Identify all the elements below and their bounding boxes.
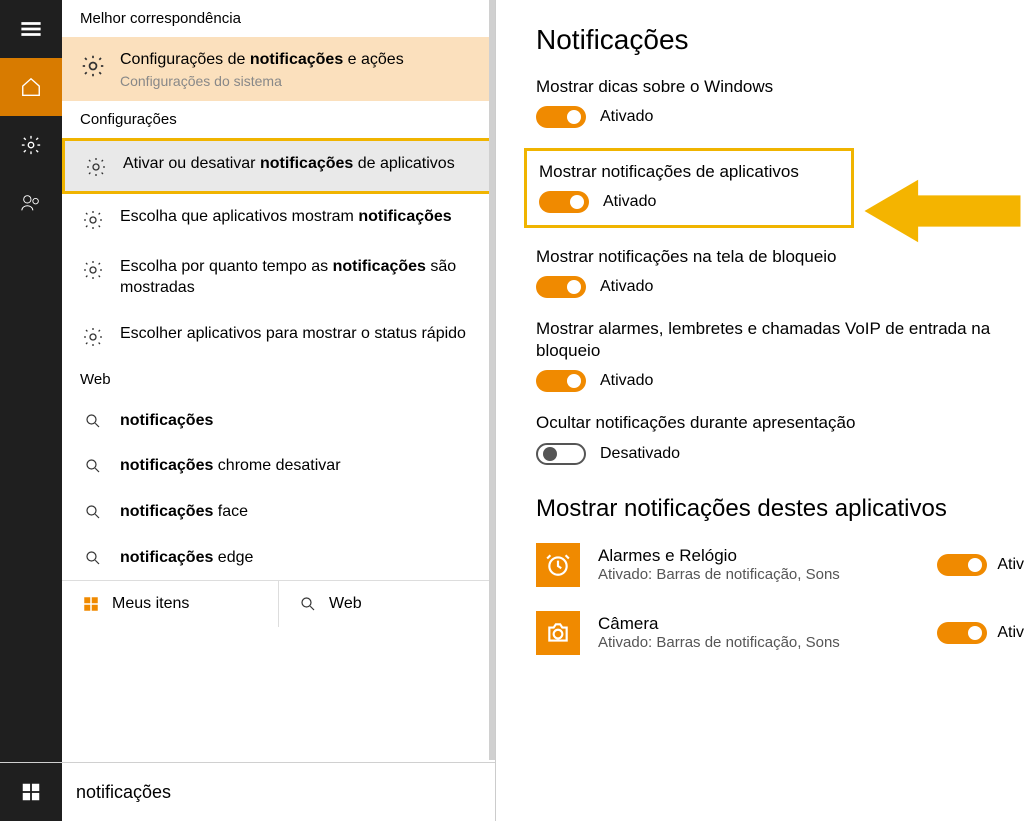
- scope-web[interactable]: Web: [278, 581, 495, 627]
- gear-icon: [80, 323, 106, 349]
- toggle-app-alarms[interactable]: [937, 554, 987, 576]
- app-sub: Ativado: Barras de notificação, Sons: [598, 634, 919, 651]
- search-results: Melhor correspondência Configurações de …: [62, 0, 495, 762]
- gear-icon: [80, 206, 106, 232]
- alarm-icon: [536, 543, 580, 587]
- toggle-state: Desativado: [600, 445, 680, 463]
- toggle-lockscreen[interactable]: [536, 276, 586, 298]
- app-row-alarms[interactable]: Alarmes e Relógio Ativado: Barras de not…: [536, 543, 1024, 587]
- setting-tips: Mostrar dicas sobre o Windows Ativado: [536, 76, 1024, 128]
- feedback-rail-button[interactable]: [0, 174, 62, 232]
- settings-rail-button[interactable]: [0, 116, 62, 174]
- toggle-state: Ativado: [600, 278, 653, 296]
- toggle-app-camera[interactable]: [937, 622, 987, 644]
- web-result-1[interactable]: notificações: [62, 398, 495, 444]
- start-search-panel: Melhor correspondência Configurações de …: [0, 0, 496, 821]
- result-text: notificações: [120, 410, 213, 432]
- setting-label: Mostrar dicas sobre o Windows: [536, 76, 1024, 98]
- scrollbar[interactable]: [489, 0, 495, 760]
- scope-label: Web: [329, 595, 362, 613]
- toggle-tips[interactable]: [536, 106, 586, 128]
- page-title: Notificações: [536, 24, 1024, 56]
- scope-label: Meus itens: [112, 595, 189, 613]
- search-icon: [80, 410, 106, 430]
- web-header: Web: [62, 361, 495, 398]
- gear-icon: [80, 256, 106, 282]
- result-duration[interactable]: Escolha por quanto tempo as notificações…: [62, 244, 495, 311]
- web-result-3[interactable]: notificações face: [62, 489, 495, 535]
- setting-label: Ocultar notificações durante apresentaçã…: [536, 412, 1024, 434]
- notifications-settings-panel: Notificações Mostrar dicas sobre o Windo…: [496, 0, 1024, 821]
- gear-icon: [80, 49, 106, 81]
- toggle-state: Ativ: [997, 624, 1024, 642]
- toggle-presentation[interactable]: [536, 443, 586, 465]
- search-input[interactable]: [62, 763, 495, 821]
- toggle-alarms[interactable]: [536, 370, 586, 392]
- best-match-header: Melhor correspondência: [62, 0, 495, 37]
- app-row-camera[interactable]: Câmera Ativado: Barras de notificação, S…: [536, 611, 1024, 655]
- app-name: Câmera: [598, 614, 919, 634]
- camera-icon: [536, 611, 580, 655]
- result-text: Escolher aplicativos para mostrar o stat…: [120, 323, 466, 345]
- best-match-result[interactable]: Configurações de notificações e ações Co…: [62, 37, 495, 101]
- windows-icon: [20, 781, 42, 803]
- app-sub: Ativado: Barras de notificação, Sons: [598, 566, 919, 583]
- result-text: notificações face: [120, 501, 248, 523]
- search-icon: [299, 595, 317, 613]
- result-choose-apps[interactable]: Escolha que aplicativos mostram notifica…: [62, 194, 495, 244]
- setting-alarms: Mostrar alarmes, lembretes e chamadas Vo…: [536, 318, 1024, 392]
- search-body: Melhor correspondência Configurações de …: [0, 0, 495, 762]
- annotation-arrow-icon: [860, 172, 1024, 255]
- result-text: notificações chrome desativar: [120, 455, 341, 477]
- toggle-state: Ativado: [603, 193, 656, 211]
- home-button[interactable]: [0, 58, 62, 116]
- setting-label: Mostrar notificações de aplicativos: [539, 161, 839, 183]
- windows-icon: [82, 595, 100, 613]
- scope-my-items[interactable]: Meus itens: [62, 581, 278, 627]
- settings-header: Configurações: [62, 101, 495, 138]
- result-text: Escolha que aplicativos mostram notifica…: [120, 206, 452, 228]
- best-match-title: Configurações de notificações e ações: [120, 49, 404, 71]
- apps-section-title: Mostrar notificações destes aplicativos: [536, 495, 1024, 523]
- toggle-state: Ativ: [997, 556, 1024, 574]
- result-text: Escolha por quanto tempo as notificações…: [120, 256, 477, 299]
- search-icon: [80, 501, 106, 521]
- search-icon: [80, 547, 106, 567]
- side-rail: [0, 0, 62, 762]
- highlighted-setting: Mostrar notificações de aplicativos Ativ…: [524, 148, 854, 228]
- app-name: Alarmes e Relógio: [598, 546, 919, 566]
- result-text: notificações edge: [120, 547, 253, 569]
- start-button[interactable]: [0, 763, 62, 821]
- search-scope-tabs: Meus itens Web: [62, 580, 495, 627]
- gear-icon: [83, 153, 109, 179]
- result-toggle-app-notifications[interactable]: Ativar ou desativar notificações de apli…: [62, 138, 495, 194]
- toggle-app-notifications[interactable]: [539, 191, 589, 213]
- best-match-subtitle: Configurações do sistema: [120, 73, 404, 89]
- result-text: Ativar ou desativar notificações de apli…: [123, 153, 455, 175]
- setting-label: Mostrar alarmes, lembretes e chamadas Vo…: [536, 318, 1016, 362]
- toggle-state: Ativado: [600, 372, 653, 390]
- search-bar: [0, 762, 495, 821]
- search-icon: [80, 455, 106, 475]
- result-quick-status[interactable]: Escolher aplicativos para mostrar o stat…: [62, 311, 495, 361]
- setting-presentation: Ocultar notificações durante apresentaçã…: [536, 412, 1024, 464]
- toggle-state: Ativado: [600, 108, 653, 126]
- hamburger-button[interactable]: [0, 0, 62, 58]
- web-result-2[interactable]: notificações chrome desativar: [62, 443, 495, 489]
- web-result-4[interactable]: notificações edge: [62, 535, 495, 581]
